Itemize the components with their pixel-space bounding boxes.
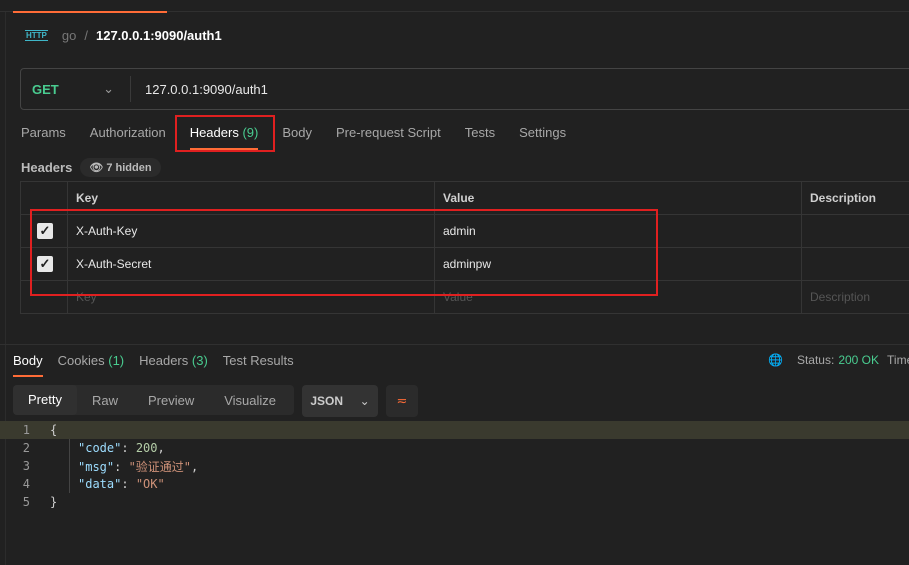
code-line: 1{ xyxy=(0,421,909,439)
line-number: 5 xyxy=(22,495,30,509)
response-divider[interactable] xyxy=(0,344,909,345)
wrap-lines-icon[interactable]: ≂ xyxy=(386,385,418,417)
response-status: 🌐 Status: 200 OK Time xyxy=(768,353,909,367)
code-text: } xyxy=(50,495,58,509)
format-select[interactable]: JSON ⌄ xyxy=(302,385,378,417)
indent-guide xyxy=(69,439,70,493)
code-line: 5} xyxy=(0,493,909,511)
time-label[interactable]: Time xyxy=(887,353,909,367)
headers-title: Headers xyxy=(21,160,73,175)
code-text: { xyxy=(50,423,58,437)
status-label: Status: xyxy=(796,353,835,367)
chevron-down-icon: ⌄ xyxy=(359,394,370,408)
http-icon: HTTP xyxy=(25,30,48,41)
format-label: JSON xyxy=(310,394,343,408)
hidden-headers-toggle[interactable]: 👁 7 hidden xyxy=(80,158,161,177)
status-value[interactable]: 200 OK xyxy=(838,353,879,367)
response-tab-test-results[interactable]: Test Results xyxy=(223,353,294,368)
cookies-count: (1) xyxy=(108,353,125,368)
header-description[interactable] xyxy=(801,214,909,248)
highlight-box-header-rows xyxy=(30,209,658,296)
url-bar: GET ⌄ 127.0.0.1:9090/auth1 xyxy=(20,68,909,110)
code-text: "data": "OK" xyxy=(78,477,165,491)
breadcrumb-request[interactable]: 127.0.0.1:9090/auth1 xyxy=(96,28,222,43)
line-number: 1 xyxy=(22,423,30,437)
tab-settings[interactable]: Settings xyxy=(519,125,566,140)
response-tab-body[interactable]: Body xyxy=(13,353,43,377)
column-description: Description xyxy=(801,181,909,215)
view-pretty[interactable]: Pretty xyxy=(13,385,77,415)
tab-authorization[interactable]: Authorization xyxy=(90,125,166,140)
response-body-editor[interactable]: 1{ 2 "code": 200, 3 "msg": "验证通过", 4 "data"… xyxy=(0,421,909,511)
new-description-input[interactable]: Description xyxy=(801,280,909,314)
headers-count: (3) xyxy=(191,353,208,368)
response-tab-cookies[interactable]: Cookies (1) xyxy=(58,353,124,368)
highlight-box-headers-tab xyxy=(175,115,275,152)
line-number: 4 xyxy=(22,477,30,491)
view-visualize[interactable]: Visualize xyxy=(209,393,291,408)
tab-tests[interactable]: Tests xyxy=(465,125,495,140)
headers-label: Headers xyxy=(139,353,189,368)
tab-pre-request-script[interactable]: Pre-request Script xyxy=(336,125,441,140)
tab-body[interactable]: Body xyxy=(282,125,312,140)
hidden-count: 7 hidden xyxy=(106,162,152,174)
code-line: 2 "code": 200, xyxy=(0,439,909,457)
header-description[interactable] xyxy=(801,247,909,281)
active-request-tab-indicator[interactable] xyxy=(13,11,167,13)
breadcrumb-collection[interactable]: go xyxy=(62,28,76,43)
method-select[interactable]: GET ⌄ xyxy=(21,76,131,102)
response-tabs: Body Cookies (1) Headers (3) Test Result… xyxy=(13,353,309,377)
view-mode-selector: Pretty Raw Preview Visualize xyxy=(13,385,294,415)
code-text: "msg": "验证通过", xyxy=(78,459,199,474)
headers-section-title: Headers 👁 7 hidden xyxy=(21,158,161,177)
view-raw[interactable]: Raw xyxy=(77,393,133,408)
breadcrumb: HTTP go / 127.0.0.1:9090/auth1 xyxy=(25,28,222,43)
request-tabs: Params Authorization Headers (9) Body Pr… xyxy=(21,125,590,150)
breadcrumb-separator: / xyxy=(84,28,88,43)
line-number: 2 xyxy=(22,441,30,455)
code-text: "code": 200, xyxy=(78,441,165,455)
method-label: GET xyxy=(32,81,59,97)
response-tab-headers[interactable]: Headers (3) xyxy=(139,353,208,368)
globe-icon[interactable]: 🌐 xyxy=(768,353,783,367)
line-number: 3 xyxy=(22,459,30,473)
code-line: 3 "msg": "验证通过", xyxy=(0,457,909,475)
code-line: 4 "data": "OK" xyxy=(0,475,909,493)
eye-icon: 👁 xyxy=(89,162,104,174)
tab-params[interactable]: Params xyxy=(21,125,66,140)
cookies-label: Cookies xyxy=(57,353,105,368)
url-input[interactable]: 127.0.0.1:9090/auth1 xyxy=(131,82,268,97)
chevron-down-icon: ⌄ xyxy=(103,81,114,96)
view-preview[interactable]: Preview xyxy=(133,393,209,408)
